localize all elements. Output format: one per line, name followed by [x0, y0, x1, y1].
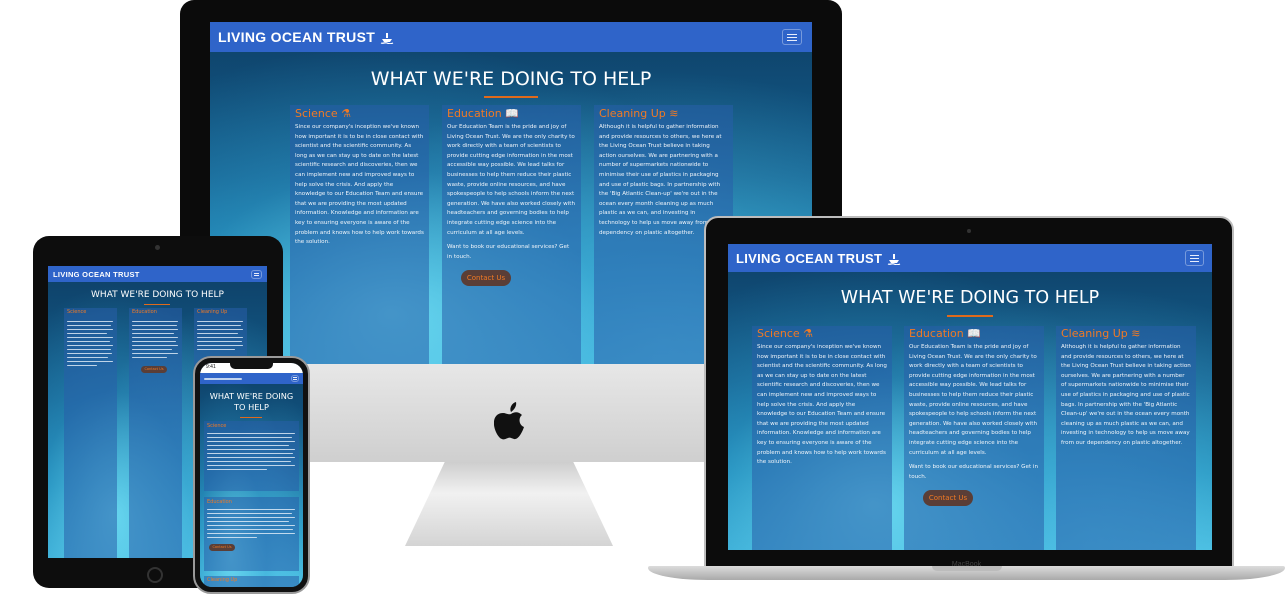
heading-underline — [947, 315, 993, 317]
menu-toggle-button[interactable] — [291, 375, 299, 382]
section-heading: WHAT WE'RE DOING TO HELP — [840, 288, 1100, 308]
phone-device: 9:41 WHAT WE'RE DOING TO HELP Science Ed… — [193, 356, 310, 594]
column-title: Education — [132, 309, 157, 315]
navbar: LIVING OCEAN TRUST — [48, 266, 267, 282]
menu-toggle-button[interactable] — [251, 269, 262, 279]
section-heading: WHAT WE'RE DOING TO HELP — [370, 68, 652, 90]
waves-icon: ≋ — [1131, 327, 1141, 340]
section-heading: WHAT WE'RE DOING TO HELP — [209, 391, 294, 412]
contact-us-button[interactable]: Contact Us — [461, 270, 511, 287]
science-column: Science ⚗ Since our company's inception … — [752, 326, 892, 550]
education-column: Education 📖 Our Education Team is the pr… — [442, 105, 581, 364]
column-text: Although it is helpful to gather informa… — [1061, 344, 1191, 446]
column-title: Cleaning Up — [599, 107, 666, 120]
book-icon: 📖 — [967, 327, 981, 340]
cleaning-column: Cleaning Up ≋ Although it is helpful to … — [1056, 326, 1196, 550]
heading-underline — [240, 417, 262, 418]
laptop-screen: LIVING OCEAN TRUST WHAT WE'RE DOING TO H… — [728, 244, 1212, 550]
column-title: Science — [67, 309, 87, 315]
column-title: Science — [207, 423, 227, 429]
waves-icon: ≋ — [669, 107, 679, 120]
science-column: Science ⚗ Since our company's inception … — [290, 105, 429, 364]
book-icon: 📖 — [505, 107, 519, 120]
cleaning-column: Cleaning Up — [204, 576, 299, 587]
education-column: Education 📖 Our Education Team is the pr… — [904, 326, 1044, 550]
column-text: Our Education Team is the pride and joy … — [447, 124, 576, 236]
column-title: Cleaning Up — [197, 309, 228, 315]
column-title: Cleaning Up — [1061, 327, 1128, 340]
column-extra: Want to book our educational services? G… — [909, 464, 1039, 480]
ship-icon — [887, 252, 901, 266]
apple-logo-icon — [493, 400, 528, 446]
laptop-camera — [967, 229, 971, 233]
status-bar: 9:41 — [200, 363, 303, 373]
contact-us-button[interactable]: Contact Us — [923, 490, 973, 507]
column-extra: Want to book our educational services? G… — [447, 244, 570, 260]
heading-underline — [484, 96, 538, 98]
flask-icon: ⚗ — [341, 107, 352, 120]
column-text: Our Education Team is the pride and joy … — [909, 344, 1038, 456]
tablet-home-button — [147, 567, 163, 583]
science-column: Science — [204, 421, 299, 491]
column-title: Education — [909, 327, 964, 340]
laptop-label: MacBook — [951, 561, 982, 568]
navbar: LIVING OCEAN TRUST — [210, 22, 812, 52]
column-title: Cleaning Up — [207, 577, 238, 583]
ship-icon — [380, 31, 394, 45]
column-title: Education — [447, 107, 502, 120]
phone-screen: 9:41 WHAT WE'RE DOING TO HELP Science Ed… — [200, 363, 303, 587]
imac-stand — [405, 458, 613, 546]
column-text: Since our company's inception we've know… — [295, 124, 424, 246]
tablet-camera — [155, 245, 160, 250]
heading-underline — [144, 304, 170, 305]
menu-toggle-button[interactable] — [1185, 250, 1204, 266]
education-column: Education Contact Us — [204, 497, 299, 571]
navbar: LIVING OCEAN TRUST — [728, 244, 1212, 272]
contact-us-button[interactable]: Contact Us — [209, 544, 235, 551]
column-text: Since our company's inception we've know… — [757, 344, 887, 466]
science-column: Science — [64, 308, 117, 558]
section-heading: WHAT WE'RE DOING TO HELP — [91, 290, 224, 300]
column-title: Science — [295, 107, 338, 120]
contact-us-button[interactable]: Contact Us — [141, 366, 167, 373]
flask-icon: ⚗ — [803, 327, 814, 340]
column-title: Education — [207, 499, 232, 505]
menu-toggle-button[interactable] — [782, 29, 802, 45]
navbar — [200, 373, 303, 384]
phone-notch — [230, 363, 273, 369]
laptop-device: LIVING OCEAN TRUST WHAT WE'RE DOING TO H… — [648, 216, 1285, 588]
brand-logo[interactable]: LIVING OCEAN TRUST — [53, 270, 140, 279]
column-title: Science — [757, 327, 800, 340]
status-time: 9:41 — [206, 364, 216, 370]
education-column: Education Contact Us — [129, 308, 182, 558]
brand-logo[interactable]: LIVING OCEAN TRUST — [218, 29, 375, 45]
brand-logo[interactable]: LIVING OCEAN TRUST — [736, 251, 882, 266]
